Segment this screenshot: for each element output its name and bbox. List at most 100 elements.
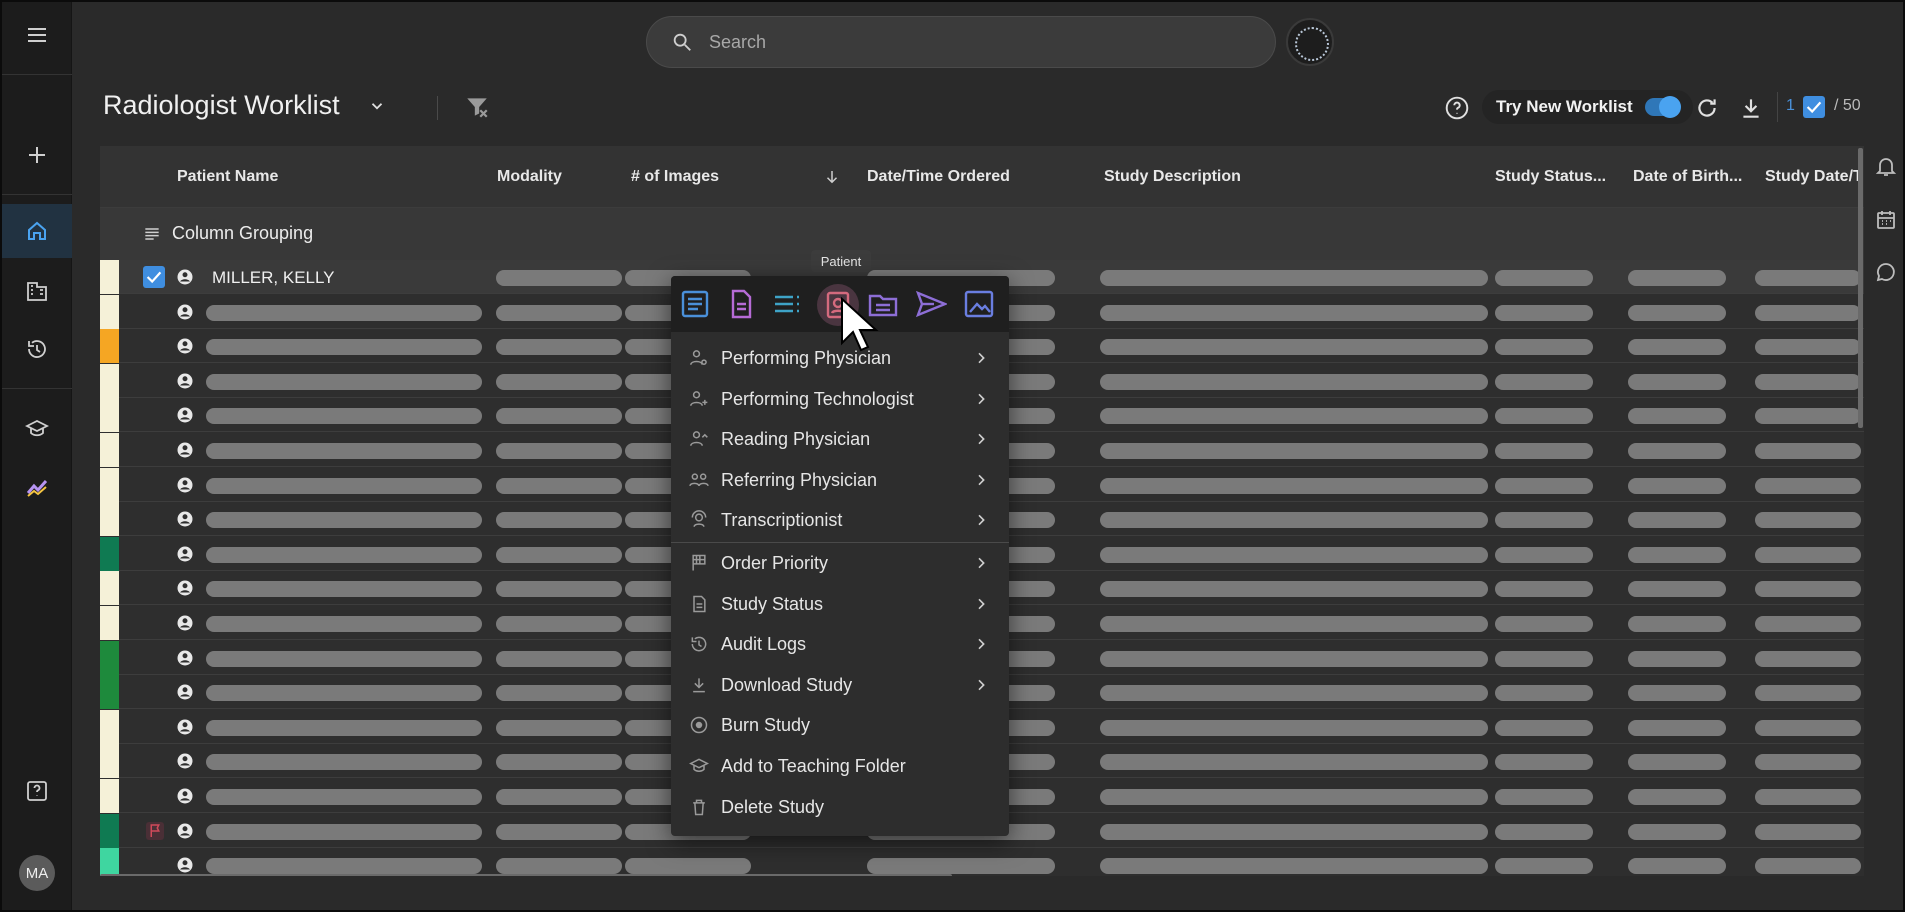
home-icon[interactable] [2,204,72,258]
placeholder-bar [1495,858,1593,875]
menu-item-referring-physician[interactable]: Referring Physician [671,460,1009,500]
calendar-icon[interactable] [1874,208,1898,232]
analytics-icon[interactable] [2,460,72,514]
add-icon[interactable] [2,128,72,182]
teaching-icon[interactable] [2,402,72,456]
menu-item-download-study[interactable]: Download Study [671,665,1009,705]
placeholder-bar [206,581,482,598]
loading-spinner-icon [1286,18,1334,66]
col-modality[interactable]: Modality [497,168,562,186]
chevron-right-icon [978,598,985,609]
download-icon [693,678,705,693]
select-all-checkbox[interactable] [1803,96,1825,118]
list-icon [145,228,159,240]
placeholder-bar [206,477,482,494]
menu-item-add-to-teaching-folder[interactable]: Add to Teaching Folder [671,746,1009,786]
placeholder-bar [1495,339,1593,356]
chat-icon[interactable] [1874,260,1898,284]
col-study-status[interactable]: Study Status... [1495,168,1606,186]
placeholder-bar [496,512,622,529]
priority-stripe [100,779,119,813]
placeholder-bar [1628,616,1726,632]
history-icon[interactable] [2,322,72,376]
placeholder-bar [1755,823,1861,840]
refresh-icon[interactable] [1694,95,1720,121]
menu-item-audit-logs[interactable]: Audit Logs [671,624,1009,664]
priority-stripe [100,433,119,467]
chevron-right-icon [978,474,985,486]
menu-item-order-priority[interactable]: Order Priority [671,543,1009,583]
rail-divider [2,194,72,195]
col-study-description[interactable]: Study Description [1104,168,1241,186]
help-circle-icon[interactable] [1444,95,1470,121]
clear-filter-icon[interactable] [464,94,490,120]
placeholder-bar [496,581,622,598]
patient-avatar-icon [176,787,194,805]
placeholder-bar [206,546,482,563]
placeholder-bar [1100,477,1488,494]
chevron-right-icon [978,352,985,364]
sort-arrow-down-icon[interactable] [823,168,841,186]
placeholder-bar [1755,270,1861,286]
menu-icon[interactable] [2,8,72,62]
placeholder-bar [206,754,482,771]
list-lines-icon[interactable] [771,288,803,320]
placeholder-bar [1100,512,1488,529]
priority-stripe [100,571,119,606]
avatar[interactable]: MA [19,855,55,891]
patient-name[interactable]: MILLER, KELLY [212,268,335,288]
menu-item-reading-physician[interactable]: Reading Physician [671,419,1009,459]
placeholder-bar [1628,719,1726,736]
col-patient-name[interactable]: Patient Name [177,168,278,186]
patient-avatar-icon [176,718,194,736]
report-icon[interactable] [679,288,711,320]
menu-item-label: Order Priority [721,553,829,573]
document-icon[interactable] [725,288,757,320]
placeholder-bar [1628,823,1726,840]
col-study-date[interactable]: Study Date/T [1765,168,1863,186]
placeholder-bar [206,512,482,529]
placeholder-bar [1755,719,1861,736]
placeholder-bar [1628,858,1726,875]
placeholder-bar [1495,304,1593,321]
horizontal-scrollbar[interactable] [100,874,952,876]
download-icon[interactable] [1738,95,1764,121]
col-num-images[interactable]: # of Images [631,168,719,186]
menu-item-burn-study[interactable]: Burn Study [671,705,1009,745]
patient-avatar-icon [176,545,194,563]
menu-item-label: Referring Physician [721,469,878,490]
toggle-switch[interactable] [1644,96,1681,118]
placeholder-bar [1100,304,1488,321]
vertical-scrollbar[interactable] [1858,148,1863,428]
priority-stripe [100,363,119,398]
organization-icon[interactable] [2,264,72,318]
search-input[interactable]: Search [646,16,1276,68]
col-date-of-birth[interactable]: Date of Birth... [1633,168,1742,186]
help-icon[interactable] [2,764,72,818]
menu-item-study-status[interactable]: Study Status [671,584,1009,624]
priority-stripe [100,294,119,329]
bell-icon[interactable] [1874,154,1898,178]
context-menu: Performing Physician Performing Technolog… [671,276,1009,836]
menu-item-performing-technologist[interactable]: Performing Technologist [671,379,1009,419]
placeholder-bar [1100,339,1488,356]
try-new-worklist-toggle[interactable]: Try New Worklist [1482,90,1693,124]
placeholder-bar [1495,719,1593,736]
send-icon[interactable] [915,288,947,320]
image-icon[interactable] [963,288,995,320]
row-checkbox[interactable] [143,266,165,288]
placeholder-bar [1495,373,1593,390]
menu-item-transcriptionist[interactable]: Transcriptionist [671,500,1009,540]
flag-icon[interactable] [146,821,164,840]
placeholder-bar [206,339,482,356]
col-date-ordered[interactable]: Date/Time Ordered [867,168,1010,186]
placeholder-bar [496,373,622,390]
chevron-down-icon[interactable] [368,97,386,115]
table-row[interactable] [100,848,1864,876]
menu-item-delete-study[interactable]: Delete Study [671,787,1009,827]
divider [1777,92,1778,122]
placeholder-bar [1100,789,1488,805]
column-grouping-bar[interactable]: Column Grouping [100,208,1864,260]
placeholder-bar [1495,754,1593,771]
patient-avatar-icon [176,303,194,321]
